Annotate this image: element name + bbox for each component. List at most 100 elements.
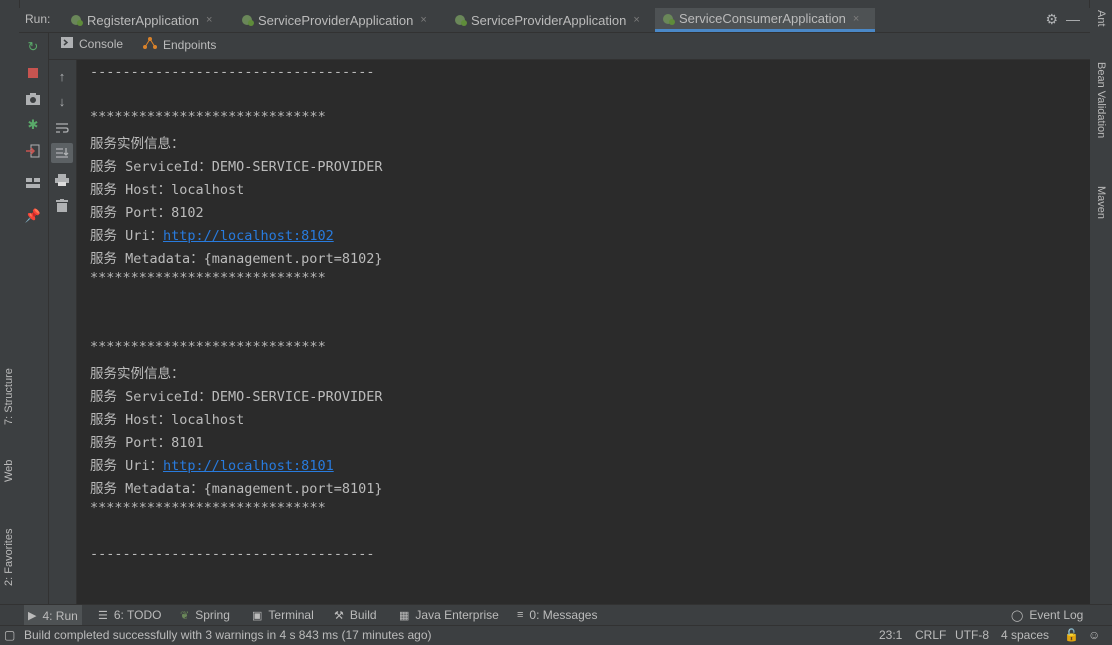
tab-todo-label: 6: TODO <box>113 608 162 622</box>
tab-java-enterprise-label: Java Enterprise <box>415 608 499 622</box>
console-output[interactable]: ----------------------------------- ****… <box>77 60 1090 604</box>
status-square-icon[interactable]: ▢ <box>4 628 15 642</box>
tab-run-label: 4: Run <box>42 608 78 623</box>
ant-tool-button[interactable]: Ant <box>1095 10 1107 27</box>
tab-event-log[interactable]: ◯ Event Log <box>1011 608 1083 622</box>
status-bar: ▢ Build completed successfully with 3 wa… <box>0 625 1112 645</box>
close-icon[interactable]: × <box>206 14 212 26</box>
endpoints-icon <box>143 37 157 52</box>
arrow-up-icon[interactable]: ↑ <box>51 66 73 86</box>
console-line: 服务 Port：8102 <box>90 205 204 221</box>
console-toolbar: ↑ ↓ <box>49 60 77 604</box>
todo-icon: ☰ <box>98 609 108 622</box>
run-label: Run: <box>25 12 51 26</box>
exit-icon[interactable] <box>22 141 44 161</box>
tab-console[interactable]: Console <box>61 37 123 51</box>
console-line: 服务 ServiceId：DEMO-SERVICE-PROVIDER <box>90 159 383 175</box>
maven-tool-button[interactable]: Maven <box>1095 186 1107 219</box>
terminal-icon: ▣ <box>252 609 263 622</box>
console-uri-prefix: 服务 Uri： <box>90 228 164 244</box>
run-tab-bar: Run: RegisterApplication × ServiceProvid… <box>19 8 1090 33</box>
indent-setting[interactable]: 4 spaces <box>1001 628 1049 642</box>
favorites-tool-button[interactable]: 2: Favorites <box>3 529 15 586</box>
console-line: 服务实例信息： <box>90 366 185 382</box>
hide-icon[interactable]: — <box>1066 11 1080 27</box>
tab-todo[interactable]: ☰ 6: TODO <box>98 608 161 622</box>
close-icon[interactable]: × <box>420 14 426 26</box>
run-tab-label: ServiceConsumerApplication <box>679 11 846 26</box>
messages-icon: ≡ <box>517 609 524 621</box>
console-line: ***************************** <box>90 339 326 355</box>
bottom-tool-window-bar: ▶ 4: Run ☰ 6: TODO ❦ Spring ▣ Terminal ⚒… <box>0 604 1112 626</box>
console-uri-prefix: 服务 Uri： <box>90 458 164 474</box>
debug-icon[interactable]: ✱ <box>22 115 44 135</box>
event-log-icon: ◯ <box>1011 609 1024 622</box>
spring-boot-icon <box>661 13 675 25</box>
console-line: 服务 Port：8101 <box>90 435 204 451</box>
close-icon[interactable]: × <box>633 14 639 26</box>
console-line: ***************************** <box>90 109 326 125</box>
print-icon[interactable] <box>51 170 73 190</box>
tab-messages[interactable]: ≡ 0: Messages <box>517 608 597 622</box>
run-tab-consumer[interactable]: ServiceConsumerApplication × <box>655 8 875 32</box>
console-line: 服务 Host：localhost <box>90 182 245 198</box>
console-line: ***************************** <box>90 500 326 516</box>
pin-icon[interactable]: 📌 <box>22 206 44 226</box>
camera-icon[interactable] <box>22 89 44 109</box>
console-link[interactable]: http://localhost:8102 <box>163 228 334 244</box>
run-icon: ▶ <box>28 610 37 622</box>
tab-spring-label: Spring <box>195 608 230 622</box>
tab-endpoints-label: Endpoints <box>163 37 217 52</box>
tab-messages-label: 0: Messages <box>529 608 598 622</box>
tab-terminal-label: Terminal <box>268 608 314 622</box>
bean-validation-tool-button[interactable]: Bean Validation <box>1095 62 1107 138</box>
file-encoding[interactable]: UTF-8 <box>955 628 989 642</box>
spring-boot-icon <box>240 14 254 26</box>
tab-spring[interactable]: ❦ Spring <box>180 608 230 622</box>
cursor-position[interactable]: 23:1 <box>879 628 902 642</box>
status-message[interactable]: Build completed successfully with 3 warn… <box>24 628 432 642</box>
top-edge <box>19 0 1090 8</box>
console-icon <box>61 37 73 51</box>
web-tool-button[interactable]: Web <box>3 460 15 482</box>
console-subtab-bar: Console Endpoints <box>49 33 1090 60</box>
run-tab-register[interactable]: RegisterApplication × <box>63 8 218 32</box>
console-line: 服务实例信息： <box>90 136 185 152</box>
console-line: 服务 Metadata：{management.port=8101} <box>90 481 383 497</box>
line-separator[interactable]: CRLF <box>915 628 946 642</box>
console-line: ----------------------------------- <box>90 64 375 80</box>
hammer-icon: ⚒ <box>334 609 344 622</box>
rerun-icon[interactable]: ↻ <box>22 37 44 57</box>
run-tab-provider-1[interactable]: ServiceProviderApplication × <box>234 8 433 32</box>
lock-icon[interactable]: 🔓 <box>1064 628 1079 642</box>
tab-java-enterprise[interactable]: ▦ Java Enterprise <box>399 608 499 622</box>
scroll-to-end-icon[interactable] <box>51 143 73 163</box>
tab-run[interactable]: ▶ 4: Run <box>24 605 82 626</box>
structure-tool-button[interactable]: 7: Structure <box>3 368 15 425</box>
soft-wrap-icon[interactable] <box>51 118 73 138</box>
console-line: 服务 Host：localhost <box>90 412 245 428</box>
console-line: 服务 ServiceId：DEMO-SERVICE-PROVIDER <box>90 389 383 405</box>
console-line-uri: 服务 Uri：http://localhost:8101 <box>90 454 334 474</box>
run-tab-label: ServiceProviderApplication <box>471 12 627 28</box>
arrow-down-icon[interactable]: ↓ <box>51 91 73 111</box>
spring-boot-icon <box>453 14 467 26</box>
console-line-uri: 服务 Uri：http://localhost:8102 <box>90 224 334 244</box>
tab-terminal[interactable]: ▣ Terminal <box>252 608 314 622</box>
close-icon[interactable]: × <box>853 13 859 25</box>
tab-event-log-label: Event Log <box>1029 608 1084 622</box>
console-line: ***************************** <box>90 270 326 286</box>
run-toolbar: ↻ ✱ 📌 <box>19 33 49 604</box>
layout-icon[interactable] <box>22 173 44 193</box>
tab-build[interactable]: ⚒ Build <box>334 608 377 622</box>
spring-boot-icon <box>69 14 83 26</box>
console-link[interactable]: http://localhost:8101 <box>163 458 334 474</box>
run-tab-provider-2[interactable]: ServiceProviderApplication × <box>447 8 646 32</box>
trash-icon[interactable] <box>51 195 73 215</box>
tab-endpoints[interactable]: Endpoints <box>143 37 216 52</box>
java-enterprise-icon: ▦ <box>399 609 410 622</box>
notifications-icon[interactable]: ☺ <box>1088 628 1100 642</box>
stop-icon[interactable] <box>22 63 44 83</box>
console-line: 服务 Metadata：{management.port=8102} <box>90 251 383 267</box>
gear-icon[interactable]: ⚙ <box>1045 11 1058 28</box>
